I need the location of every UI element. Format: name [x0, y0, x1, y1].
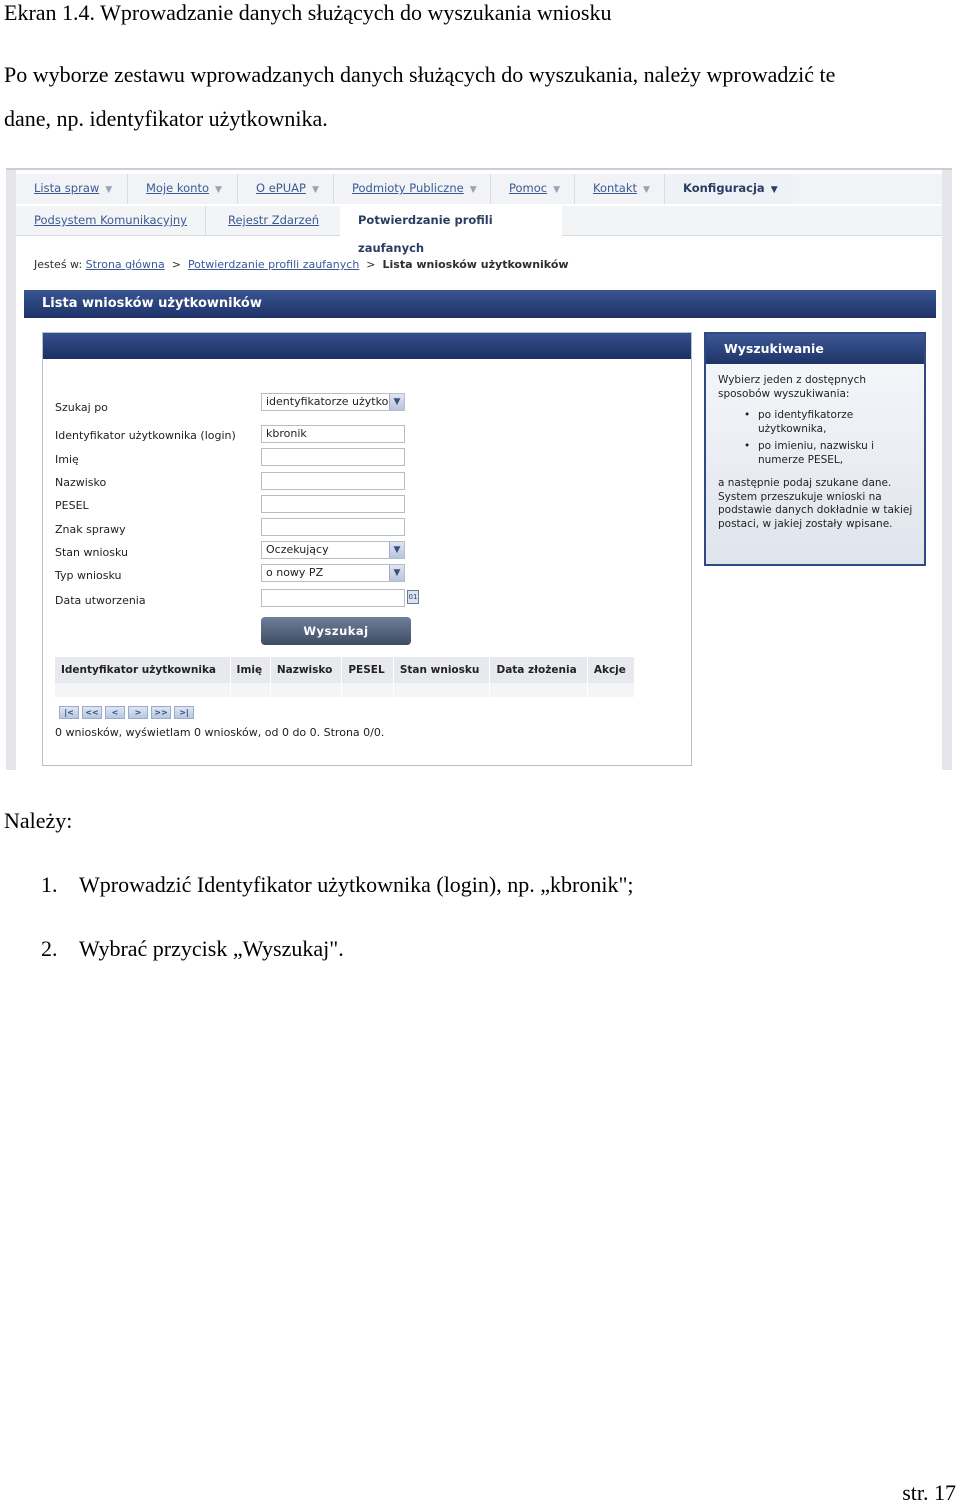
fast-back-icon[interactable]: <<: [82, 706, 102, 719]
next-page-icon[interactable]: >: [128, 706, 148, 719]
search-by-select[interactable]: identyfikatorze użytkow ▼: [261, 393, 405, 411]
intro-line-1: Po wyborze zestawu wprowadzanych danych …: [4, 62, 836, 87]
pager-info: 0 wniosków, wyświetlam 0 wniosków, od 0 …: [55, 726, 385, 739]
chevron-down-icon: ▼: [389, 394, 404, 410]
table-row: [55, 683, 636, 697]
search-button[interactable]: Wyszukaj: [261, 617, 411, 645]
results-table: Identyfikator użytkownika Imię Nazwisko …: [55, 657, 636, 697]
breadcrumb-section-link[interactable]: Potwierdzanie profili zaufanych: [188, 258, 359, 271]
topnav-pomoc[interactable]: Pomoc ▼: [491, 174, 575, 204]
created-date-input[interactable]: [261, 589, 405, 607]
prev-page-icon[interactable]: <: [105, 706, 125, 719]
pesel-label: PESEL: [55, 499, 89, 512]
chevron-down-icon: ▼: [553, 185, 561, 195]
search-help-title: Wyszukiwanie: [706, 334, 924, 364]
created-date-label: Data utworzenia: [55, 594, 146, 607]
pesel-input[interactable]: [261, 495, 405, 513]
search-help-intro: Wybierz jeden z dostępnych sposobów wysz…: [718, 374, 867, 400]
last-name-label: Nazwisko: [55, 476, 107, 489]
chevron-down-icon: ▼: [469, 185, 477, 195]
search-by-label: Szukaj po: [55, 401, 108, 414]
sub-navigation: Podsystem Komunikacyjny Rejestr Zdarzeń …: [16, 206, 942, 255]
pager: |< << < > >> >|: [59, 705, 197, 719]
search-form-header: [43, 333, 691, 359]
chevron-down-icon: ▼: [105, 185, 113, 195]
search-form-panel: Szukaj po identyfikatorze użytkow ▼ Iden…: [42, 332, 692, 766]
list-item: po identyfikatorze użytkownika,: [744, 409, 916, 436]
column-header[interactable]: PESEL: [341, 657, 394, 683]
topnav-podmioty-publiczne[interactable]: Podmioty Publiczne ▼: [334, 174, 491, 204]
column-header[interactable]: Akcje: [587, 657, 636, 683]
top-navigation: Lista spraw ▼ Moje konto ▼ O ePUAP ▼ Podmio…: [16, 174, 942, 204]
first-name-input[interactable]: [261, 448, 405, 466]
topnav-kontakt[interactable]: Kontakt ▼: [575, 174, 665, 204]
topnav-o-epuap[interactable]: O ePUAP ▼: [238, 174, 334, 204]
instructions-heading: Należy:: [4, 808, 73, 833]
first-name-label: Imię: [55, 453, 79, 466]
last-page-icon[interactable]: >|: [174, 706, 194, 719]
search-help-options: po identyfikatorze użytkownika, po imien…: [744, 409, 916, 467]
status-select[interactable]: Oczekujący ▼: [261, 541, 405, 559]
list-item: po imieniu, nazwisku i numerze PESEL,: [744, 440, 916, 467]
type-label: Typ wniosku: [55, 569, 122, 582]
subnav-potwierdzanie-profili[interactable]: Potwierdzanie profili zaufanych: [340, 206, 562, 255]
status-label: Stan wniosku: [55, 546, 128, 559]
instruction-step-2: 2. Wybrać przycisk „Wyszukaj".: [41, 936, 344, 961]
login-label: Identyfikator użytkownika (login): [55, 429, 236, 442]
topnav-moje-konto[interactable]: Moje konto ▼: [128, 174, 238, 204]
column-header[interactable]: Imię: [230, 657, 271, 683]
chevron-down-icon: ▼: [311, 185, 319, 195]
type-select[interactable]: o nowy PZ ▼: [261, 564, 405, 582]
fast-forward-icon[interactable]: >>: [151, 706, 171, 719]
search-help-panel: Wyszukiwanie Wybierz jeden z dostępnych …: [704, 332, 926, 566]
column-header[interactable]: Stan wniosku: [393, 657, 491, 683]
search-help-body: Wybierz jeden z dostępnych sposobów wysz…: [706, 364, 924, 531]
column-header[interactable]: Nazwisko: [270, 657, 343, 683]
epuap-screenshot: Lista spraw ▼ Moje konto ▼ O ePUAP ▼ Podmio…: [6, 168, 952, 770]
login-input[interactable]: kbronik: [261, 425, 405, 443]
first-page-icon[interactable]: |<: [59, 706, 79, 719]
breadcrumb-home-link[interactable]: Strona główna: [86, 258, 165, 271]
chevron-down-icon: ▼: [643, 185, 650, 195]
chevron-down-icon: ▼: [389, 565, 404, 581]
breadcrumb: Jesteś w: Strona główna > Potwierdzanie …: [34, 258, 569, 271]
chevron-down-icon: ▼: [770, 185, 778, 195]
chevron-down-icon: ▼: [389, 542, 404, 558]
intro-line-2: dane, np. identyfikator użytkownika.: [4, 106, 328, 131]
instruction-step-1: 1. Wprowadzić Identyfikator użytkownika (…: [41, 872, 634, 897]
case-mark-input[interactable]: [261, 518, 405, 536]
caption: Ekran 1.4. Wprowadzanie danych służących…: [4, 0, 612, 25]
chevron-down-icon: ▼: [215, 185, 222, 195]
page-title: Lista wniosków użytkowników: [24, 290, 936, 318]
column-header[interactable]: Identyfikator użytkownika: [55, 657, 231, 683]
topnav-konfiguracja[interactable]: Konfiguracja ▼: [665, 174, 793, 204]
screenshot-page: Lista spraw ▼ Moje konto ▼ O ePUAP ▼ Podmio…: [16, 170, 942, 770]
column-header[interactable]: Data złożenia: [489, 657, 588, 683]
case-mark-label: Znak sprawy: [55, 523, 126, 536]
topnav-lista-spraw[interactable]: Lista spraw ▼: [16, 174, 128, 204]
calendar-icon[interactable]: 01: [407, 590, 419, 604]
breadcrumb-current: Lista wniosków użytkowników: [382, 258, 569, 271]
subnav-rejestr-zdarzen[interactable]: Rejestr Zdarzeń: [210, 206, 340, 236]
page-number: str. 17: [902, 1480, 956, 1505]
subnav-podsystem-komunikacyjny[interactable]: Podsystem Komunikacyjny: [16, 206, 206, 236]
last-name-input[interactable]: [261, 472, 405, 490]
search-help-outro: a następnie podaj szukane dane. System p…: [718, 477, 913, 530]
